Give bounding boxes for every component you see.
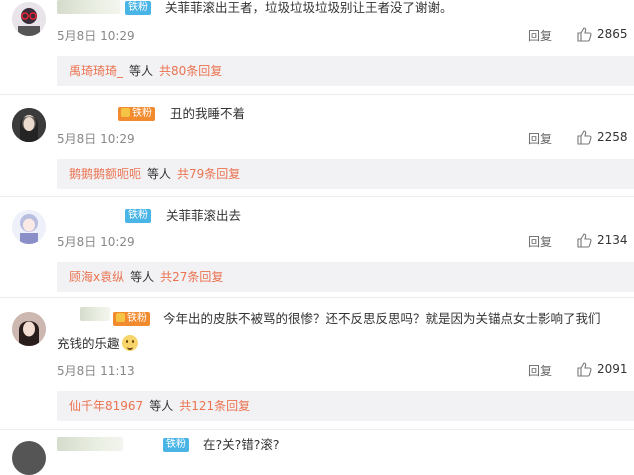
like-count: 2091: [597, 362, 628, 376]
fan-badge[interactable]: 铁粉: [163, 438, 189, 452]
crown-icon: [116, 313, 125, 322]
reply-author[interactable]: 仙千年81967: [57, 399, 143, 413]
reply-summary[interactable]: 鹅鹅鹅额呃呃 等人 共79条回复: [57, 159, 634, 189]
thumbs-up-icon[interactable]: [576, 361, 592, 377]
avatar[interactable]: [12, 2, 46, 36]
reply-author[interactable]: 鹅鹅鹅额呃呃: [57, 167, 141, 181]
comment-text: 关菲菲滚出去: [166, 208, 242, 223]
reply-more-link[interactable]: 共121条回复: [173, 399, 250, 413]
thumbs-up-icon[interactable]: [576, 129, 592, 145]
avatar[interactable]: [12, 108, 46, 142]
crown-icon: [121, 108, 130, 117]
divider: [0, 297, 634, 298]
smile-emoji-icon: [121, 335, 138, 351]
thumbs-up-icon[interactable]: [576, 26, 592, 42]
reply-more-link[interactable]: 共79条回复: [171, 167, 240, 181]
username-blurred[interactable]: [80, 307, 110, 321]
comment-text: 今年出的皮肤不被骂的很惨？还不反思反思吗？就是因为关锚点女士影响了我们: [163, 311, 601, 326]
reply-author[interactable]: 禹琦琦琦_: [57, 64, 123, 78]
reply-etc: 等人: [147, 167, 172, 181]
thumbs-up-icon[interactable]: [576, 232, 592, 248]
badge-label: 铁粉: [132, 108, 152, 119]
reply-summary[interactable]: 禹琦琦琦_ 等人 共80条回复: [57, 56, 634, 86]
reply-button[interactable]: 回复: [528, 362, 552, 379]
comment-time: 5月8日 10:29: [57, 132, 135, 146]
comment-time: 5月8日 10:29: [57, 235, 135, 249]
fan-badge-vip[interactable]: 铁粉: [118, 107, 155, 121]
fan-badge-vip[interactable]: 铁粉: [113, 312, 150, 326]
username-blurred[interactable]: [57, 0, 120, 14]
comment-time: 5月8日 10:29: [57, 29, 135, 43]
reply-more-link[interactable]: 共80条回复: [153, 64, 222, 78]
fan-badge[interactable]: 铁粉: [125, 1, 151, 15]
avatar[interactable]: [12, 312, 46, 346]
username-blurred[interactable]: [57, 437, 123, 451]
reply-etc: 等人: [129, 64, 154, 78]
reply-more-link[interactable]: 共27条回复: [154, 270, 223, 284]
fan-badge[interactable]: 铁粉: [125, 209, 151, 223]
reply-button[interactable]: 回复: [528, 233, 552, 250]
reply-summary[interactable]: 顾海x袁纵 等人 共27条回复: [57, 262, 634, 292]
comment-text: 关菲菲滚出王者，垃圾垃圾垃圾别让王者没了谢谢。: [165, 0, 453, 15]
divider: [0, 196, 634, 197]
reply-etc: 等人: [149, 399, 174, 413]
comment-text-line2: 充钱的乐趣: [57, 336, 120, 351]
reply-author[interactable]: 顾海x袁纵: [57, 270, 124, 284]
reply-etc: 等人: [130, 270, 155, 284]
reply-summary[interactable]: 仙千年81967 等人 共121条回复: [57, 391, 634, 421]
avatar[interactable]: [12, 441, 46, 475]
divider: [0, 94, 634, 95]
comment-text: 丑的我睡不着: [170, 106, 246, 121]
comment-text-continued: 充钱的乐趣: [57, 333, 138, 355]
divider: [0, 429, 634, 430]
like-count: 2865: [597, 27, 628, 41]
reply-button[interactable]: 回复: [528, 27, 552, 44]
badge-label: 铁粉: [127, 313, 147, 324]
like-count: 2258: [597, 130, 628, 144]
comment-time: 5月8日 11:13: [57, 364, 135, 378]
comment-text: 在?关?错?滚?: [203, 437, 280, 452]
like-count: 2134: [597, 233, 628, 247]
reply-button[interactable]: 回复: [528, 130, 552, 147]
avatar[interactable]: [12, 210, 46, 244]
